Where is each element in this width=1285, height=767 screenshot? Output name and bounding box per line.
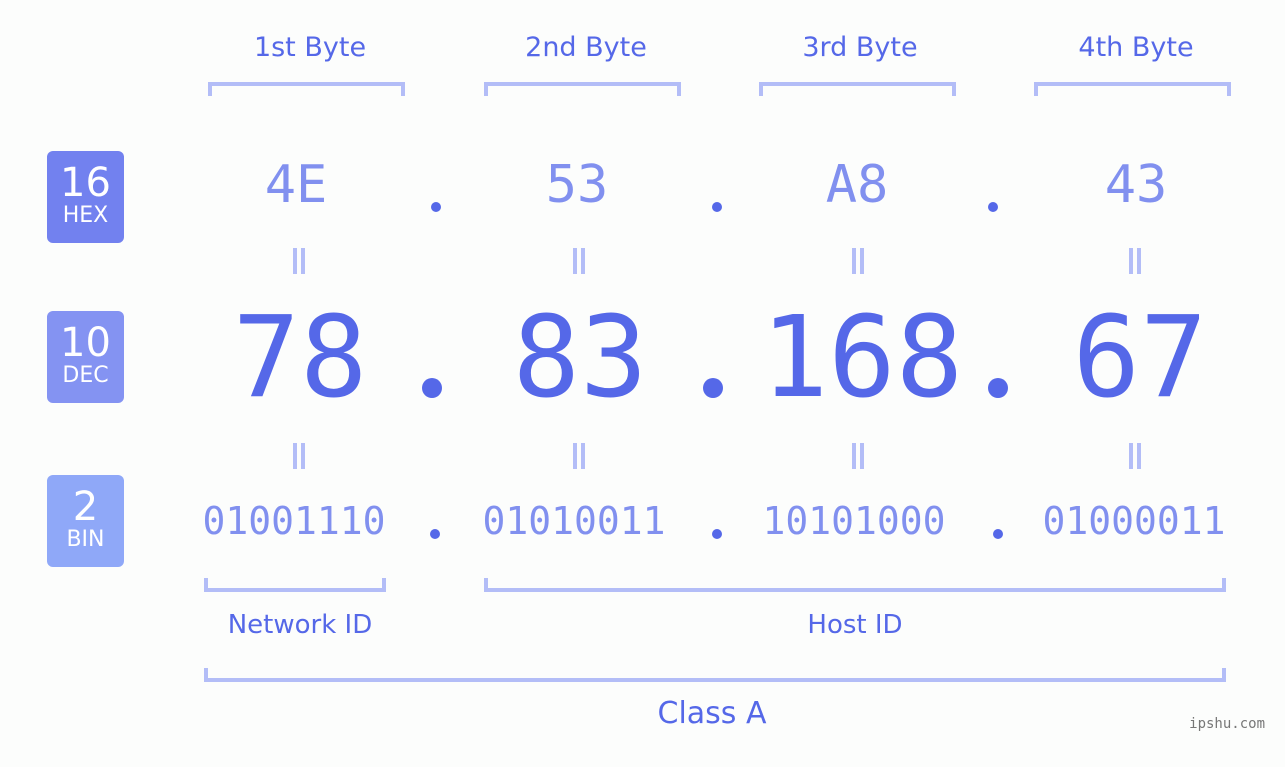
byte-bracket-3	[759, 82, 956, 96]
dec-value-1: 78	[232, 293, 368, 423]
bin-value-3: 10101000	[762, 499, 946, 543]
dec-base-number: 10	[60, 320, 111, 366]
byte-label-4: 4th Byte	[1078, 32, 1194, 63]
dec-badge: 10 DEC	[47, 311, 124, 403]
equals-icon	[573, 443, 585, 469]
dec-value-2: 83	[512, 293, 648, 423]
bin-value-1: 01001110	[202, 499, 386, 543]
hex-value-1: 4E	[264, 155, 328, 215]
dec-base-label: DEC	[62, 363, 109, 388]
dec-dot-2	[703, 378, 723, 398]
equals-icon	[573, 248, 585, 274]
bin-base-number: 2	[72, 484, 99, 530]
dec-value-3: 168	[760, 293, 964, 423]
hex-base-number: 16	[60, 160, 111, 206]
bin-dot-2	[712, 529, 722, 539]
byte-bracket-4	[1034, 82, 1231, 96]
hex-badge: 16 HEX	[47, 151, 124, 243]
dec-dot-3	[988, 378, 1008, 398]
equals-icon	[293, 443, 305, 469]
network-id-label: Network ID	[227, 610, 373, 640]
equals-icon	[852, 443, 864, 469]
bin-value-2: 01010011	[482, 499, 666, 543]
byte-bracket-2	[484, 82, 681, 96]
equals-icon	[293, 248, 305, 274]
byte-label-1: 1st Byte	[253, 32, 367, 63]
dec-dot-1	[422, 378, 442, 398]
bin-dot-3	[993, 529, 1003, 539]
byte-bracket-1	[208, 82, 405, 96]
class-bracket	[204, 668, 1226, 682]
equals-icon	[1129, 248, 1141, 274]
equals-icon	[852, 248, 864, 274]
bin-badge: 2 BIN	[47, 475, 124, 567]
hex-value-4: 43	[1104, 155, 1168, 215]
byte-label-2: 2nd Byte	[525, 32, 647, 63]
hex-base-label: HEX	[62, 203, 109, 228]
hex-dot-1	[431, 202, 441, 212]
bin-value-4: 01000011	[1042, 499, 1226, 543]
class-label: Class A	[657, 696, 767, 731]
bin-dot-1	[430, 529, 440, 539]
hex-dot-3	[988, 202, 998, 212]
watermark: ipshu.com	[1189, 716, 1265, 732]
dec-value-4: 67	[1072, 293, 1208, 423]
host-id-bracket	[484, 578, 1226, 592]
byte-label-3: 3rd Byte	[802, 32, 918, 63]
hex-dot-2	[712, 202, 722, 212]
hex-value-2: 53	[545, 155, 609, 215]
hex-value-3: A8	[825, 155, 889, 215]
equals-icon	[1129, 443, 1141, 469]
bin-base-label: BIN	[66, 527, 105, 552]
host-id-label: Host ID	[807, 610, 903, 640]
network-id-bracket	[204, 578, 386, 592]
